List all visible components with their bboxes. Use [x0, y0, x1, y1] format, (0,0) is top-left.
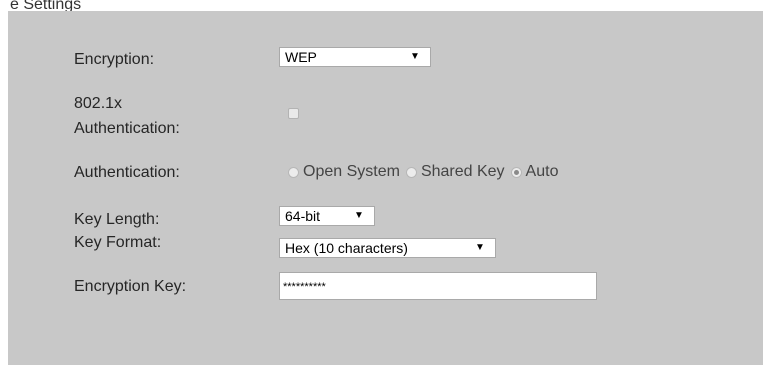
caret-down-icon: ▼: [475, 242, 485, 253]
radio-open-system-label[interactable]: Open System: [303, 163, 400, 181]
dot1x-auth-checkbox[interactable]: [288, 108, 299, 119]
key-length-select[interactable]: 64-bit ▼: [279, 206, 375, 226]
radio-shared-key-label[interactable]: Shared Key: [421, 163, 505, 181]
encryption-select-value: WEP: [285, 49, 317, 65]
authentication-label: Authentication:: [74, 164, 180, 181]
authentication-radio-group: Open System Shared Key Auto: [288, 163, 564, 181]
key-format-select-value: Hex (10 characters): [285, 240, 408, 256]
key-length-label: Key Length:: [74, 211, 160, 228]
caret-down-icon: ▼: [354, 210, 364, 221]
encryption-key-input[interactable]: [279, 272, 597, 300]
key-format-select[interactable]: Hex (10 characters) ▼: [279, 238, 496, 258]
encryption-select[interactable]: WEP ▼: [279, 47, 431, 67]
caret-down-icon: ▼: [410, 51, 420, 62]
radio-auto-label[interactable]: Auto: [526, 163, 559, 181]
dot1x-auth-label-line2: Authentication:: [74, 120, 180, 137]
radio-shared-key[interactable]: [405, 166, 417, 178]
key-format-label: Key Format:: [74, 234, 162, 251]
encryption-label: Encryption:: [74, 51, 155, 68]
radio-open-system[interactable]: [288, 166, 299, 178]
encryption-key-label: Encryption Key:: [74, 278, 187, 295]
radio-auto[interactable]: [510, 166, 522, 178]
dot1x-auth-label-line1: 802.1x: [74, 95, 123, 112]
key-length-select-value: 64-bit: [285, 208, 321, 224]
